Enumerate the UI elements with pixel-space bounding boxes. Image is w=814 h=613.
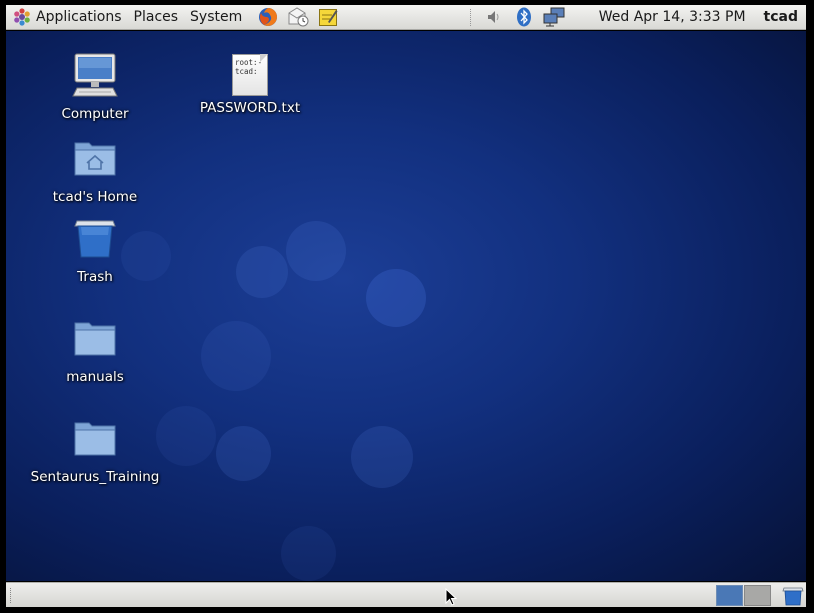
desktop-icon-computer[interactable]: Computer <box>30 52 160 122</box>
top-panel: Applications Places System Wed Apr 14, 3… <box>6 5 806 30</box>
wallpaper-bokeh <box>351 426 413 488</box>
workspace-2-button[interactable] <box>744 585 771 606</box>
desktop-icon-home[interactable]: tcad's Home <box>30 135 160 205</box>
volume-icon <box>487 11 499 23</box>
trash-applet-icon[interactable] <box>782 585 804 606</box>
tray-separator <box>469 8 473 26</box>
wallpaper-bokeh <box>366 269 426 327</box>
network-control[interactable] <box>542 6 566 28</box>
desktop-icon-manuals[interactable]: manuals <box>30 315 160 385</box>
preview-line: root:- <box>235 58 263 67</box>
wallpaper-bokeh <box>286 221 346 281</box>
desktop-icon-password-txt[interactable]: root:- tcad: PASSWORD.txt <box>185 52 315 116</box>
firefox-icon <box>259 8 278 26</box>
bottom-panel <box>6 582 806 607</box>
mail-clock-icon <box>288 7 309 27</box>
desktop-icon-label: Sentaurus_Training <box>30 469 160 485</box>
firefox-launcher[interactable] <box>256 6 280 28</box>
wallpaper-bokeh <box>236 246 288 298</box>
folder-icon <box>74 322 116 356</box>
places-label: Places <box>133 9 179 25</box>
clock[interactable]: Wed Apr 14, 3:33 PM <box>599 9 746 25</box>
trash-icon <box>74 220 116 258</box>
mail-clock-launcher[interactable] <box>286 6 310 28</box>
system-label: System <box>190 9 243 25</box>
home-folder-icon <box>74 142 116 176</box>
text-file-preview: root:- tcad: <box>235 58 262 76</box>
system-menu[interactable]: System <box>184 5 248 30</box>
applications-menu[interactable]: Applications <box>6 5 128 30</box>
user-menu[interactable]: tcad <box>764 9 798 25</box>
system-tray: Wed Apr 14, 3:33 PM tcad <box>464 5 806 30</box>
places-menu[interactable]: Places <box>128 5 185 30</box>
desktop-icon-sentaurus-training[interactable]: Sentaurus_Training <box>30 415 160 485</box>
network-icon <box>543 7 565 27</box>
desktop-icon-label: PASSWORD.txt <box>199 100 301 116</box>
notes-icon <box>319 9 338 26</box>
desktop-icon-label: Computer <box>61 106 129 122</box>
notes-launcher[interactable] <box>316 6 340 28</box>
mouse-cursor-icon <box>445 588 457 606</box>
desktop-icon-label: tcad's Home <box>52 189 138 205</box>
computer-icon <box>72 53 118 97</box>
applications-label: Applications <box>36 9 122 25</box>
bluetooth-control[interactable] <box>512 6 536 28</box>
text-file-icon: root:- tcad: <box>230 52 270 98</box>
preview-line: tcad: <box>235 67 258 76</box>
workspace-1-button[interactable] <box>716 585 743 606</box>
desktop-icon-label: Trash <box>77 269 113 285</box>
desktop-icon-trash[interactable]: Trash <box>30 215 160 285</box>
wallpaper-bokeh <box>156 406 216 466</box>
wallpaper-bokeh <box>216 426 271 481</box>
volume-control[interactable] <box>482 6 506 28</box>
bluetooth-icon <box>516 7 531 27</box>
desktop-icon-label: manuals <box>66 369 124 385</box>
wallpaper-bokeh <box>201 321 271 391</box>
desktop[interactable]: Computer root:- tcad: PASSWORD.txt tcad'… <box>6 31 806 581</box>
folder-icon <box>74 422 116 456</box>
panel-grip[interactable] <box>10 588 13 603</box>
gnome-foot-icon <box>14 8 30 26</box>
wallpaper-bokeh <box>281 526 336 581</box>
